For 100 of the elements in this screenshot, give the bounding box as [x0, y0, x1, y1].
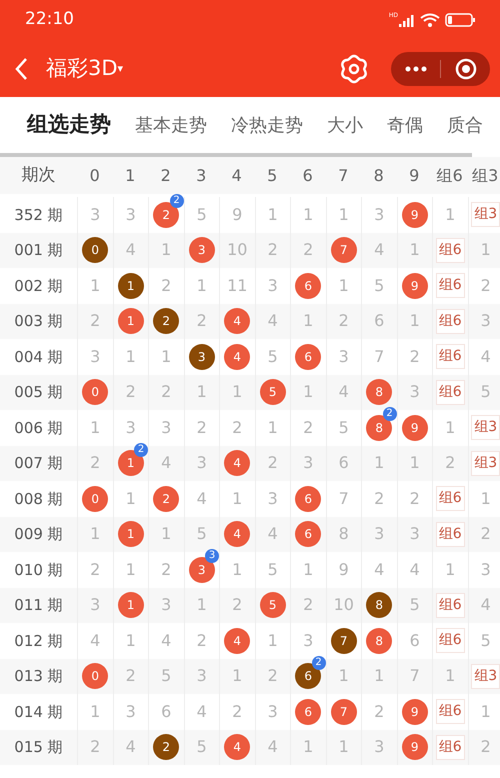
status-time: 22:10: [25, 8, 74, 32]
column-header: 期次: [20, 164, 56, 187]
issue-label: 009 期: [13, 524, 64, 545]
miss-count: 10: [334, 594, 354, 616]
miss-count: 1: [126, 630, 136, 652]
back-icon[interactable]: [14, 56, 30, 80]
miss-count: 1: [338, 736, 349, 758]
miss-count: 2: [268, 452, 278, 474]
miss-count: 4: [480, 346, 491, 368]
tab[interactable]: 大小: [327, 112, 363, 138]
tab[interactable]: 冷热走势: [231, 112, 303, 138]
miss-count: 1: [338, 204, 349, 226]
miss-count: 4: [126, 239, 136, 262]
page-title[interactable]: 福彩3D: [46, 52, 118, 84]
miss-count: 1: [196, 274, 207, 297]
miss-count: 2: [268, 665, 278, 688]
group-tag: 组6: [436, 308, 465, 334]
miss-count: 1: [410, 310, 420, 332]
miss-count: 2: [480, 523, 491, 546]
miss-count: 4: [161, 630, 172, 652]
miss-count: 2: [196, 416, 207, 439]
miss-count: 3: [126, 700, 136, 723]
issue-label: 015 期: [13, 737, 64, 758]
tab[interactable]: 组选走势: [27, 109, 111, 141]
miss-count: 4: [338, 381, 349, 404]
miss-count: 7: [338, 488, 349, 510]
tab[interactable]: 基本走势: [135, 112, 207, 138]
miss-count: 1: [268, 416, 278, 439]
miss-count: 3: [196, 452, 207, 474]
miss-count: 1: [410, 452, 420, 474]
miss-count: 2: [196, 630, 207, 652]
issue-label: 010 期: [13, 560, 64, 580]
miss-count: 1: [90, 416, 100, 439]
miss-count: 10: [227, 239, 248, 262]
tab[interactable]: 质合: [447, 112, 483, 138]
miss-count: 1: [480, 239, 491, 262]
close-icon[interactable]: [455, 58, 477, 80]
group-tag: 组6: [436, 273, 465, 298]
miss-count: 1: [268, 204, 278, 226]
issue-label: 013 期: [13, 666, 64, 687]
issue-label: 004 期: [13, 346, 64, 368]
more-icon[interactable]: [405, 66, 427, 72]
miss-count: 6: [161, 700, 172, 723]
miss-count: 4: [126, 736, 136, 758]
issue-label: 012 期: [13, 630, 64, 652]
wifi-icon: [420, 13, 440, 27]
column-header: 5: [266, 164, 278, 186]
miss-count: 3: [480, 558, 491, 581]
count-badge: 2: [170, 194, 184, 208]
miss-count: 1: [90, 700, 100, 723]
miss-count: 5: [268, 346, 278, 368]
tab[interactable]: 奇偶: [387, 112, 423, 138]
column-header: 组3: [471, 164, 500, 186]
miss-count: 2: [161, 558, 172, 581]
miss-count: 5: [161, 665, 172, 688]
miss-count: 3: [480, 310, 491, 332]
miss-count: 1: [480, 700, 491, 723]
miss-count: 4: [374, 558, 384, 581]
miss-count: 5: [338, 416, 349, 439]
group-tag: 组3: [471, 415, 500, 440]
miss-count: 4: [196, 700, 207, 723]
miss-count: 2: [90, 310, 100, 332]
miss-count: 1: [303, 558, 314, 581]
group-tag: 组6: [436, 628, 465, 654]
miss-count: 3: [268, 700, 278, 723]
miss-count: 6: [410, 630, 420, 652]
miss-count: 3: [374, 523, 384, 546]
miss-count: 3: [303, 630, 314, 652]
settings-icon[interactable]: [339, 54, 369, 84]
group-tag: 组6: [436, 238, 465, 263]
group-tag: 组6: [436, 699, 465, 724]
miss-count: 3: [161, 594, 172, 616]
miss-count: 5: [480, 381, 491, 404]
miss-count: 2: [374, 700, 384, 723]
group-tag: 组3: [471, 202, 500, 228]
issue-label: 011 期: [13, 595, 64, 616]
title-caret[interactable]: ▾: [118, 61, 124, 78]
miss-count: 1: [126, 558, 136, 581]
miss-count: 2: [161, 381, 172, 404]
issue-label: 001 期: [13, 240, 64, 261]
miss-count: 3: [268, 488, 278, 510]
miss-count: 1: [445, 665, 456, 688]
miss-count: 3: [374, 204, 384, 226]
miss-count: 1: [338, 665, 349, 688]
miss-count: 2: [232, 700, 242, 723]
miss-count: 9: [338, 558, 349, 581]
miss-count: 5: [410, 594, 420, 616]
miss-count: 1: [268, 630, 278, 652]
miss-count: 1: [338, 274, 349, 297]
miss-count: 3: [196, 665, 207, 688]
miss-count: 1: [161, 346, 172, 368]
miss-count: 2: [90, 736, 100, 758]
column-header: 9: [408, 164, 420, 186]
miss-count: 4: [480, 594, 491, 616]
group-tag: 组6: [436, 522, 465, 547]
miss-count: 3: [410, 523, 420, 546]
miss-count: 1: [303, 204, 314, 226]
column-header: 0: [88, 164, 101, 186]
issue-label: 014 期: [13, 702, 64, 722]
miss-count: 1: [303, 310, 314, 332]
